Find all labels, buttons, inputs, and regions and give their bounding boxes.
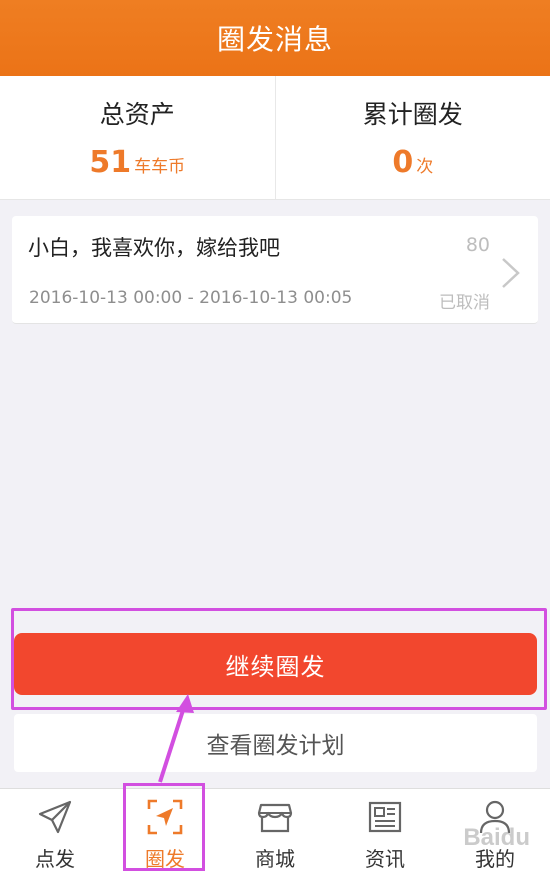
header-bar: 圈发消息 bbox=[0, 0, 550, 76]
view-plan-card[interactable]: 查看圈发计划 bbox=[14, 714, 537, 772]
stat-value-line: 51 车车币 bbox=[89, 145, 185, 180]
message-card[interactable]: 小白，我喜欢你，嫁给我吧 80 2016-10-13 00:00 - 2016-… bbox=[12, 216, 538, 324]
view-plan-link[interactable]: 查看圈发计划 bbox=[207, 726, 345, 760]
continue-send-button[interactable]: 继续圈发 bbox=[14, 633, 537, 695]
stat-label: 总资产 bbox=[99, 100, 175, 129]
watermark: Baidu bbox=[463, 824, 530, 851]
nav-item-point-send[interactable]: 点发 bbox=[0, 789, 110, 874]
nav-item-store[interactable]: 商城 bbox=[220, 789, 330, 874]
stat-total-sends: 累计圈发 0 次 bbox=[274, 76, 550, 199]
stat-unit: 车车币 bbox=[134, 157, 186, 177]
nav-item-news[interactable]: 资讯 bbox=[330, 789, 440, 874]
nav-label: 点发 bbox=[35, 847, 75, 871]
stat-unit: 次 bbox=[416, 157, 434, 177]
page-title: 圈发消息 bbox=[216, 23, 333, 56]
stat-value: 51 bbox=[89, 145, 132, 180]
message-title: 小白，我喜欢你，嫁给我吧 bbox=[28, 236, 280, 260]
message-count: 80 bbox=[465, 234, 490, 256]
screen: 圈发消息 总资产 51 车车币 累计圈发 0 次 小白，我喜欢你，嫁给我吧 80… bbox=[0, 0, 550, 874]
paper-plane-icon bbox=[38, 800, 72, 834]
store-icon bbox=[257, 803, 293, 833]
message-status: 已取消 bbox=[439, 293, 490, 313]
stat-value: 0 bbox=[392, 145, 414, 180]
stats-panel: 总资产 51 车车币 累计圈发 0 次 bbox=[0, 76, 550, 200]
stat-total-assets: 总资产 51 车车币 bbox=[0, 76, 275, 199]
annotation-highlight-nav bbox=[123, 783, 205, 871]
nav-label: 商城 bbox=[255, 847, 295, 871]
stat-value-line: 0 次 bbox=[392, 145, 433, 180]
news-icon bbox=[368, 801, 402, 833]
nav-label: 资讯 bbox=[365, 847, 405, 871]
chevron-right-icon bbox=[502, 258, 520, 288]
stat-label: 累计圈发 bbox=[362, 100, 463, 129]
message-time-range: 2016-10-13 00:00 - 2016-10-13 00:05 bbox=[29, 288, 353, 308]
